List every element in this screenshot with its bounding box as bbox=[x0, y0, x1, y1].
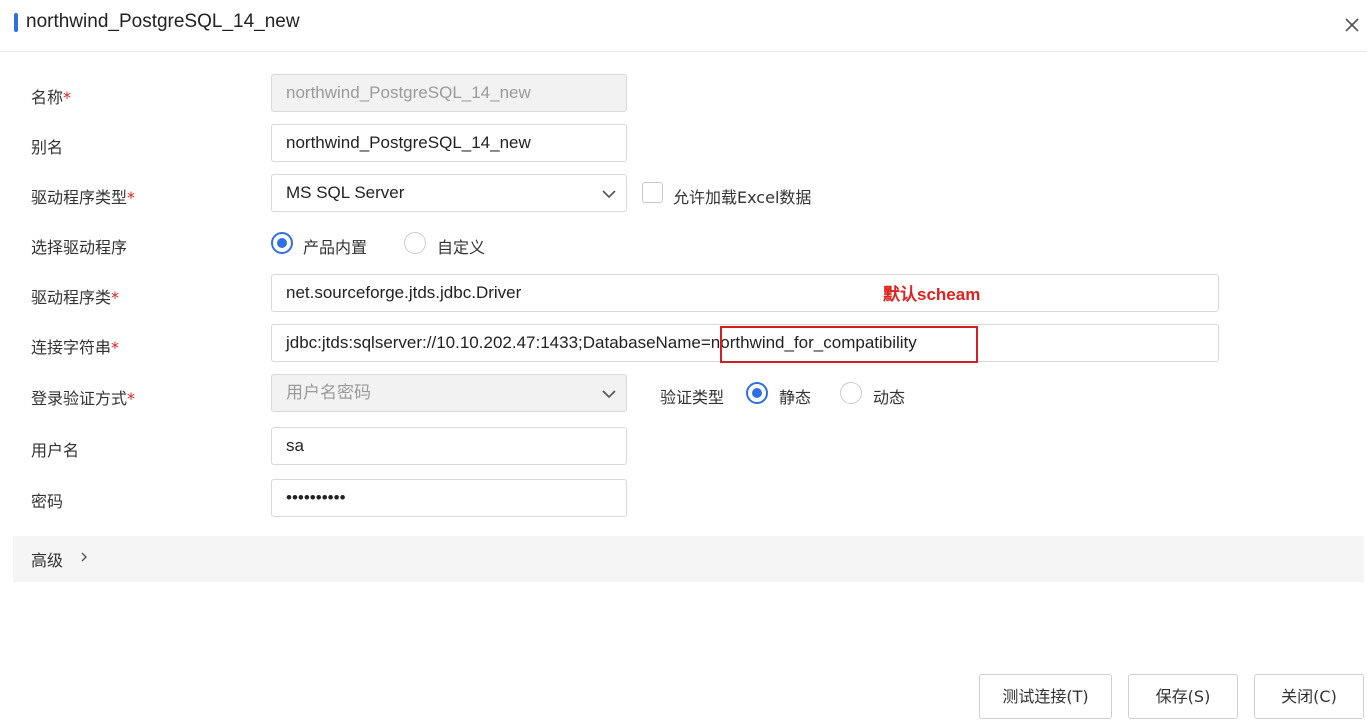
alias-field[interactable]: northwind_PostgreSQL_14_new bbox=[271, 124, 627, 162]
close-icon[interactable] bbox=[1339, 12, 1365, 38]
radio-dynamic-auth[interactable] bbox=[840, 382, 862, 404]
driver-type-label: 驱动程序类型* bbox=[31, 188, 136, 207]
chevron-down-icon bbox=[602, 390, 616, 399]
driver-type-value: MS SQL Server bbox=[286, 183, 405, 202]
title-accent-bar bbox=[14, 13, 18, 32]
alias-label: 别名 bbox=[31, 138, 64, 157]
radio-builtin-driver[interactable] bbox=[271, 232, 293, 254]
radio-builtin-label: 产品内置 bbox=[303, 238, 368, 257]
radio-custom-label: 自定义 bbox=[437, 238, 486, 257]
dialog-title: northwind_PostgreSQL_14_new bbox=[26, 11, 300, 32]
name-field[interactable]: northwind_PostgreSQL_14_new bbox=[271, 74, 627, 112]
advanced-label: 高级 bbox=[31, 551, 64, 570]
password-label: 密码 bbox=[31, 492, 64, 511]
radio-dynamic-label: 动态 bbox=[873, 388, 906, 407]
driver-class-label: 驱动程序类* bbox=[31, 288, 120, 307]
username-label: 用户名 bbox=[31, 441, 80, 460]
name-label: 名称* bbox=[31, 88, 72, 107]
password-field[interactable]: •••••••••• bbox=[271, 479, 627, 517]
close-button[interactable]: 关闭(C) bbox=[1254, 674, 1364, 719]
driver-type-select[interactable]: MS SQL Server bbox=[271, 174, 627, 212]
radio-custom-driver[interactable] bbox=[404, 232, 426, 254]
allow-excel-label: 允许加载Excel数据 bbox=[673, 188, 812, 207]
chevron-right-icon bbox=[81, 552, 87, 562]
advanced-section-toggle[interactable]: 高级 bbox=[13, 536, 1364, 582]
radio-static-auth[interactable] bbox=[746, 382, 768, 404]
allow-excel-checkbox[interactable] bbox=[642, 182, 663, 203]
username-field[interactable]: sa bbox=[271, 427, 627, 465]
select-driver-label: 选择驱动程序 bbox=[31, 238, 128, 257]
default-schema-annotation: 默认scheam bbox=[883, 285, 981, 304]
auth-method-label: 登录验证方式* bbox=[31, 389, 136, 408]
auth-method-value: 用户名密码 bbox=[286, 383, 371, 402]
chevron-down-icon bbox=[602, 190, 616, 199]
driver-class-field[interactable]: net.sourceforge.jtds.jdbc.Driver bbox=[271, 274, 1219, 312]
highlight-box bbox=[720, 326, 978, 363]
save-button[interactable]: 保存(S) bbox=[1128, 674, 1238, 719]
auth-method-select[interactable]: 用户名密码 bbox=[271, 374, 627, 412]
auth-type-label: 验证类型 bbox=[660, 388, 725, 407]
test-connection-button[interactable]: 测试连接(T) bbox=[979, 674, 1112, 719]
radio-static-label: 静态 bbox=[779, 388, 812, 407]
conn-string-label: 连接字符串* bbox=[31, 338, 120, 357]
dialog-header: northwind_PostgreSQL_14_new bbox=[0, 0, 1367, 52]
